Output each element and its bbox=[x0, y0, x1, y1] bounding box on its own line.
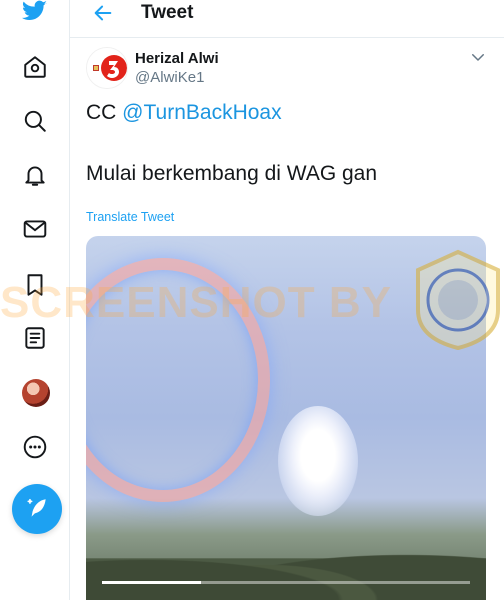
video-progress-bar[interactable] bbox=[102, 581, 470, 584]
video-bright-orb bbox=[278, 406, 358, 516]
tweet-author-avatar[interactable] bbox=[86, 47, 128, 89]
list-icon bbox=[25, 327, 45, 349]
profile-avatar[interactable] bbox=[22, 379, 50, 407]
tweet-author-handle[interactable]: @AlwiKe1 bbox=[135, 69, 204, 86]
more-icon bbox=[23, 435, 47, 459]
lists-nav-button[interactable] bbox=[14, 317, 56, 359]
video-treeline bbox=[86, 530, 486, 600]
bell-icon bbox=[25, 166, 45, 186]
tweet-text-line-1: CC @TurnBackHoax bbox=[86, 101, 282, 125]
translate-tweet-link[interactable]: Translate Tweet bbox=[86, 210, 174, 224]
tweet-mention-link[interactable]: @TurnBackHoax bbox=[122, 101, 281, 124]
bookmarks-nav-button[interactable] bbox=[14, 264, 56, 306]
tweet-options-button[interactable] bbox=[469, 48, 487, 66]
twitter-logo-icon[interactable] bbox=[14, 0, 56, 32]
home-icon bbox=[24, 56, 46, 78]
tweet-author-name[interactable]: Herizal Alwi bbox=[135, 50, 219, 67]
back-arrow-icon bbox=[94, 5, 112, 21]
page-header: Tweet bbox=[70, 0, 504, 38]
page-title: Tweet bbox=[141, 2, 194, 23]
tweet-video[interactable] bbox=[86, 236, 486, 600]
compose-tweet-button[interactable] bbox=[12, 484, 62, 534]
chevron-down-icon bbox=[472, 54, 484, 61]
video-halo-ring bbox=[86, 258, 270, 502]
tweet-text-line-2: Mulai berkembang di WAG gan bbox=[86, 162, 378, 185]
back-button[interactable] bbox=[88, 0, 118, 26]
tweet-text-prefix: CC bbox=[86, 101, 123, 124]
sidebar-nav bbox=[0, 0, 70, 600]
notifications-nav-button[interactable] bbox=[14, 154, 56, 196]
home-nav-button[interactable] bbox=[14, 46, 56, 88]
video-progress-fill bbox=[102, 581, 202, 584]
messages-nav-button[interactable] bbox=[14, 208, 56, 250]
more-nav-button[interactable] bbox=[14, 426, 56, 468]
search-icon bbox=[24, 110, 46, 132]
explore-nav-button[interactable] bbox=[14, 100, 56, 142]
compose-icon bbox=[27, 498, 46, 517]
twitter-bird-icon bbox=[22, 0, 47, 20]
bookmark-icon bbox=[27, 274, 43, 296]
envelope-icon bbox=[23, 220, 47, 238]
author-avatar-image bbox=[87, 48, 127, 88]
main-column: Tweet Herizal Alwi @AlwiKe1 CC @TurnBack… bbox=[70, 0, 504, 600]
